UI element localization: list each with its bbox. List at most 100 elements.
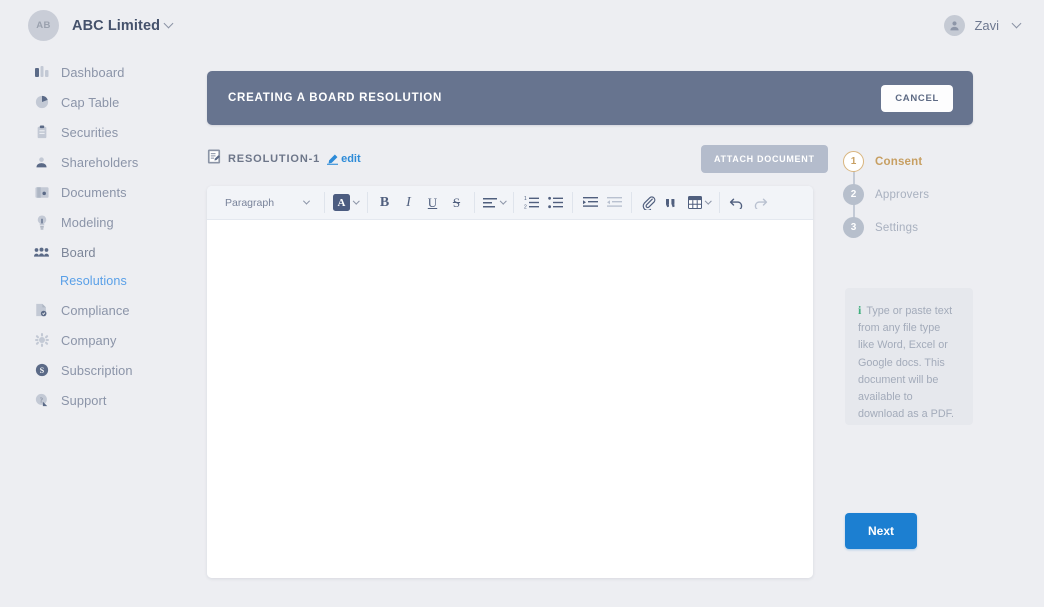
step-label: Settings bbox=[875, 221, 919, 234]
building-icon bbox=[34, 333, 49, 348]
sidebar-item-securities[interactable]: Securities bbox=[0, 117, 196, 147]
info-text: Type or paste text from any file type li… bbox=[858, 305, 955, 421]
underline-button[interactable]: U bbox=[421, 191, 445, 215]
sidebar-item-dashboard[interactable]: Dashboard bbox=[0, 57, 196, 87]
sidebar-item-modeling[interactable]: Modeling bbox=[0, 207, 196, 237]
person-icon bbox=[34, 155, 49, 170]
document-name: RESOLUTION-1 bbox=[228, 153, 321, 165]
redo-icon bbox=[754, 198, 768, 209]
user-name: Zavi bbox=[974, 18, 999, 33]
step-number: 3 bbox=[843, 217, 864, 238]
org-switcher[interactable]: AB ABC Limited bbox=[28, 10, 174, 41]
redo-button[interactable] bbox=[749, 191, 773, 215]
chevron-down-icon bbox=[499, 197, 506, 205]
step-settings[interactable]: 3 Settings bbox=[843, 211, 983, 244]
ordered-list-button[interactable]: 12 bbox=[519, 191, 543, 215]
sidebar-item-subscription[interactable]: S Subscription bbox=[0, 355, 196, 385]
chevron-down-icon bbox=[163, 18, 174, 28]
toolbar-separator bbox=[366, 192, 368, 213]
italic-button[interactable]: I bbox=[397, 191, 421, 215]
progress-stepper: 1 Consent 2 Approvers 3 Settings bbox=[843, 145, 983, 244]
sidebar-item-compliance[interactable]: Compliance bbox=[0, 295, 196, 325]
table-icon bbox=[688, 196, 702, 209]
folder-icon bbox=[34, 185, 49, 200]
attach-document-button[interactable]: ATTACH DOCUMENT bbox=[701, 145, 828, 173]
sidebar-item-shareholders[interactable]: Shareholders bbox=[0, 147, 196, 177]
strikethrough-glyph: S bbox=[452, 194, 461, 210]
banner-title: CREATING A BOARD RESOLUTION bbox=[228, 92, 443, 104]
svg-text:1: 1 bbox=[524, 196, 527, 202]
step-number: 2 bbox=[843, 184, 864, 205]
svg-text:S: S bbox=[39, 366, 44, 375]
quote-button[interactable] bbox=[661, 191, 685, 215]
dashboard-icon bbox=[34, 65, 49, 80]
question-circle-icon: ? bbox=[34, 393, 49, 408]
dollar-circle-icon: S bbox=[34, 363, 49, 378]
org-name: ABC Limited bbox=[72, 17, 174, 34]
table-button[interactable] bbox=[685, 191, 714, 215]
info-hint-text: i Type or paste text from any file type l… bbox=[858, 302, 959, 423]
cancel-button[interactable]: CANCEL bbox=[881, 84, 953, 112]
sidebar-item-label: Subscription bbox=[61, 362, 133, 378]
toolbar-separator bbox=[718, 192, 720, 213]
outdent-button[interactable] bbox=[602, 191, 626, 215]
align-left-icon bbox=[482, 197, 497, 207]
align-button[interactable] bbox=[480, 191, 509, 215]
text-color-button[interactable]: A bbox=[330, 191, 362, 215]
undo-button[interactable] bbox=[725, 191, 749, 215]
sidebar-item-label: Shareholders bbox=[61, 154, 139, 170]
next-button[interactable]: Next bbox=[845, 513, 918, 549]
sidebar-item-company[interactable]: Company bbox=[0, 325, 196, 355]
document-check-icon bbox=[34, 303, 49, 318]
paperclip-icon bbox=[642, 195, 656, 210]
sidebar-item-support[interactable]: ? Support bbox=[0, 385, 196, 415]
editor-toolbar: Paragraph A B I U S 12 bbox=[207, 186, 813, 220]
sidebar-item-cap-table[interactable]: Cap Table bbox=[0, 87, 196, 117]
bold-button[interactable]: B bbox=[373, 191, 397, 215]
top-bar: AB ABC Limited Zavi bbox=[0, 0, 1044, 51]
chevron-down-icon bbox=[302, 197, 311, 205]
block-format-value: Paragraph bbox=[225, 196, 275, 209]
toolbar-separator bbox=[631, 192, 632, 213]
step-approvers[interactable]: 2 Approvers bbox=[843, 178, 983, 222]
step-label: Approvers bbox=[875, 188, 930, 201]
bullet-list-button[interactable] bbox=[543, 191, 567, 215]
strikethrough-button[interactable]: S bbox=[445, 191, 469, 215]
sidebar-item-documents[interactable]: Documents bbox=[0, 177, 196, 207]
sidebar-item-label: Support bbox=[61, 392, 107, 408]
edit-document-name-button[interactable]: edit bbox=[327, 153, 361, 165]
sidebar-item-label: Board bbox=[61, 244, 96, 260]
toolbar-separator bbox=[513, 192, 514, 213]
pencil-icon bbox=[327, 154, 339, 165]
step-consent[interactable]: 1 Consent bbox=[843, 145, 983, 189]
step-number: 1 bbox=[843, 151, 864, 172]
sidebar-item-label: Compliance bbox=[61, 302, 130, 318]
sidebar-item-board[interactable]: Board bbox=[0, 237, 196, 267]
sidebar-item-label: Company bbox=[61, 332, 117, 348]
chevron-down-icon bbox=[705, 197, 712, 205]
step-label: Consent bbox=[875, 155, 923, 168]
link-button[interactable] bbox=[637, 191, 661, 215]
edit-label: edit bbox=[341, 153, 361, 165]
org-name-text: ABC Limited bbox=[72, 17, 161, 34]
toolbar-separator bbox=[572, 192, 573, 213]
sidebar: Dashboard Cap Table Securities Sharehold… bbox=[0, 57, 196, 415]
block-format-select[interactable]: Paragraph bbox=[218, 192, 316, 214]
user-menu[interactable]: Zavi bbox=[944, 15, 1022, 36]
sidebar-item-label: Modeling bbox=[61, 214, 114, 230]
chevron-down-icon bbox=[1011, 18, 1022, 29]
editor-content-area[interactable] bbox=[207, 220, 813, 578]
svg-text:?: ? bbox=[39, 396, 43, 404]
creating-resolution-banner: CREATING A BOARD RESOLUTION CANCEL bbox=[207, 71, 973, 125]
sidebar-item-label: Dashboard bbox=[61, 64, 125, 80]
sidebar-item-resolutions[interactable]: Resolutions bbox=[0, 267, 196, 295]
info-hint-box: i Type or paste text from any file type l… bbox=[845, 288, 973, 425]
sidebar-item-label: Documents bbox=[61, 184, 127, 200]
sidebar-item-label: Cap Table bbox=[61, 94, 120, 110]
indent-button[interactable] bbox=[578, 191, 602, 215]
undo-icon bbox=[729, 198, 743, 209]
avatar bbox=[944, 15, 966, 36]
underline-glyph: U bbox=[427, 194, 438, 210]
resolution-document-icon bbox=[207, 149, 221, 169]
sidebar-item-label: Securities bbox=[61, 124, 119, 140]
